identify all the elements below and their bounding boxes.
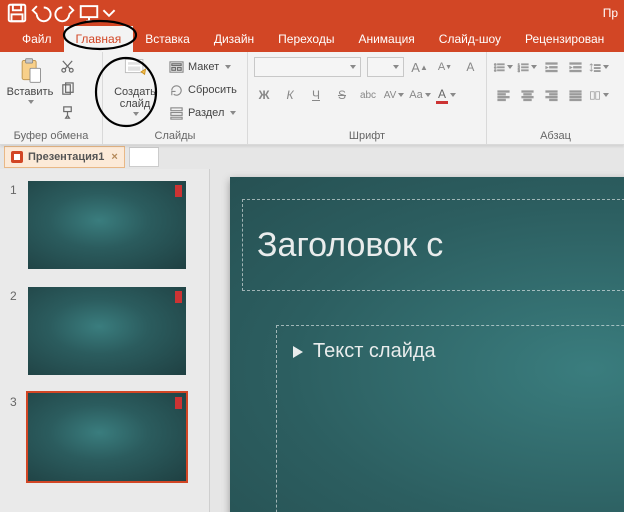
align-right-button[interactable] bbox=[541, 85, 561, 105]
font-family-combo[interactable] bbox=[254, 57, 361, 77]
app-title: Пр bbox=[603, 6, 618, 20]
thumbnail-number: 1 bbox=[10, 181, 20, 269]
start-slideshow-icon[interactable] bbox=[78, 2, 100, 24]
thumbnail-number: 3 bbox=[10, 393, 20, 481]
bullet-icon bbox=[293, 346, 303, 358]
reset-label: Сбросить bbox=[188, 84, 237, 96]
redo-icon[interactable] bbox=[54, 2, 76, 24]
text-shadow-button[interactable]: abc bbox=[358, 85, 378, 105]
tab-transitions[interactable]: Переходы bbox=[266, 26, 346, 52]
title-bar: Пр bbox=[0, 0, 624, 26]
qat-customize-icon[interactable] bbox=[102, 2, 116, 24]
group-paragraph: 123 Абзац bbox=[487, 52, 624, 144]
paste-label: Вставить bbox=[7, 86, 54, 98]
slide-marker-icon bbox=[175, 185, 182, 197]
columns-button[interactable] bbox=[589, 85, 609, 105]
undo-icon[interactable] bbox=[30, 2, 52, 24]
ribbon-tabs: Файл Главная Вставка Дизайн Переходы Ани… bbox=[0, 26, 624, 52]
layout-label: Макет bbox=[188, 61, 219, 73]
slide-marker-icon bbox=[175, 397, 182, 409]
tab-review[interactable]: Рецензирован bbox=[513, 26, 616, 52]
thumbnail-row[interactable]: 3 bbox=[10, 393, 199, 481]
svg-text:3: 3 bbox=[518, 69, 520, 73]
new-slide-button[interactable]: Создать слайд bbox=[109, 56, 161, 116]
tab-slideshow[interactable]: Слайд-шоу bbox=[427, 26, 513, 52]
document-tab-strip: Презентация1 × bbox=[0, 145, 624, 169]
increase-indent-button[interactable] bbox=[565, 57, 585, 77]
align-left-button[interactable] bbox=[493, 85, 513, 105]
group-clipboard: Вставить Буфер обмена bbox=[0, 52, 103, 144]
strikethrough-button[interactable]: S bbox=[332, 85, 352, 105]
paste-button[interactable]: Вставить bbox=[6, 56, 54, 104]
cut-icon[interactable] bbox=[58, 57, 76, 75]
thumbnail-number: 2 bbox=[10, 287, 20, 375]
italic-button[interactable]: К bbox=[280, 85, 300, 105]
bullets-button[interactable] bbox=[493, 57, 513, 77]
document-tab[interactable]: Презентация1 × bbox=[4, 146, 125, 168]
slide-editor[interactable]: Заголовок с Текст слайда bbox=[210, 169, 624, 512]
group-font-label: Шрифт bbox=[254, 129, 480, 142]
justify-button[interactable] bbox=[565, 85, 585, 105]
bold-button[interactable]: Ж bbox=[254, 85, 274, 105]
tab-home[interactable]: Главная bbox=[64, 26, 134, 52]
group-font: A▲ A▼ A Ж К Ч S abc AV Aa A Шрифт bbox=[248, 52, 487, 144]
reset-button[interactable]: Сбросить bbox=[165, 80, 241, 100]
numbering-button[interactable]: 123 bbox=[517, 57, 537, 77]
slide-marker-icon bbox=[175, 291, 182, 303]
ribbon: Вставить Буфер обмена Создать слайд bbox=[0, 52, 624, 145]
group-clipboard-label: Буфер обмена bbox=[6, 129, 96, 142]
body-placeholder[interactable]: Текст слайда bbox=[276, 325, 624, 512]
underline-button[interactable]: Ч bbox=[306, 85, 326, 105]
slide-thumbnail[interactable] bbox=[28, 287, 186, 375]
decrease-font-icon[interactable]: A▼ bbox=[435, 57, 454, 77]
tab-design[interactable]: Дизайн bbox=[202, 26, 266, 52]
close-document-icon[interactable]: × bbox=[111, 151, 117, 163]
clear-formatting-icon[interactable]: A bbox=[461, 57, 480, 77]
decrease-indent-button[interactable] bbox=[541, 57, 561, 77]
slide-canvas[interactable]: Заголовок с Текст слайда bbox=[230, 177, 624, 512]
section-label: Раздел bbox=[188, 107, 224, 119]
align-center-button[interactable] bbox=[517, 85, 537, 105]
document-name: Презентация1 bbox=[28, 151, 104, 163]
presentation-icon bbox=[11, 151, 23, 163]
format-painter-icon[interactable] bbox=[58, 103, 76, 121]
thumbnail-row[interactable]: 2 bbox=[10, 287, 199, 375]
line-spacing-button[interactable] bbox=[589, 57, 609, 77]
group-paragraph-label: Абзац bbox=[493, 129, 618, 142]
font-size-combo[interactable] bbox=[367, 57, 404, 77]
layout-button[interactable]: Макет bbox=[165, 57, 241, 77]
font-color-button[interactable]: A bbox=[436, 85, 456, 105]
change-case-button[interactable]: Aa bbox=[410, 85, 430, 105]
slide-thumbnail[interactable] bbox=[28, 181, 186, 269]
new-slide-label: Создать слайд bbox=[109, 86, 161, 110]
group-slides: Создать слайд Макет Сбросить Раздел bbox=[103, 52, 248, 144]
character-spacing-button[interactable]: AV bbox=[384, 85, 404, 105]
tab-file[interactable]: Файл bbox=[10, 26, 64, 52]
group-slides-label: Слайды bbox=[109, 129, 241, 142]
slide-thumbnail[interactable] bbox=[28, 393, 186, 481]
workspace: 1 2 3 Заголовок с Текст слайда bbox=[0, 169, 624, 512]
tab-animations[interactable]: Анимация bbox=[346, 26, 426, 52]
tab-insert[interactable]: Вставка bbox=[133, 26, 202, 52]
body-placeholder-text: Текст слайда bbox=[313, 340, 436, 363]
save-icon[interactable] bbox=[6, 2, 28, 24]
increase-font-icon[interactable]: A▲ bbox=[410, 57, 429, 77]
new-document-button[interactable] bbox=[129, 147, 159, 167]
title-placeholder[interactable]: Заголовок с bbox=[242, 199, 624, 291]
thumbnail-pane[interactable]: 1 2 3 bbox=[0, 169, 210, 512]
section-button[interactable]: Раздел bbox=[165, 103, 241, 123]
title-placeholder-text: Заголовок с bbox=[257, 226, 443, 265]
thumbnail-row[interactable]: 1 bbox=[10, 181, 199, 269]
copy-icon[interactable] bbox=[58, 80, 76, 98]
